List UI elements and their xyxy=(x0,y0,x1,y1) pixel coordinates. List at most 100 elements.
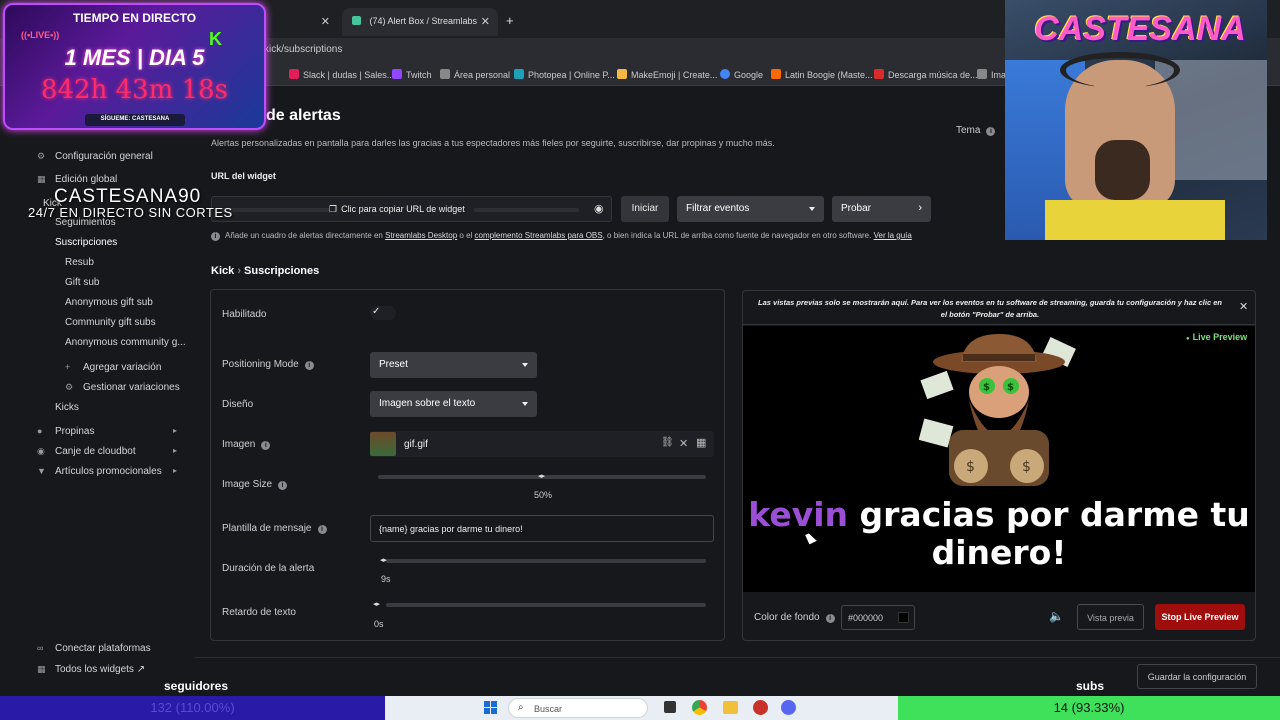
sidebar-item-label: Anonymous community g... xyxy=(65,337,186,348)
page-title: de alertas xyxy=(266,107,341,124)
image-label-text: Imagen xyxy=(222,439,256,450)
chevron-down-icon xyxy=(522,402,528,406)
sidebar-item-gift-sub[interactable]: Gift sub xyxy=(65,277,99,288)
sidebar-item-label: Configuración general xyxy=(55,151,153,162)
preview-button[interactable]: Vista previa xyxy=(1077,604,1144,630)
bookmark-photopea[interactable]: Photopea | Online P... xyxy=(514,69,615,80)
url-text[interactable]: kick/subscriptions xyxy=(264,44,342,55)
twitch-icon xyxy=(392,69,402,79)
text-delay-slider-handle[interactable]: ◂▸ xyxy=(373,600,380,608)
grid-icon[interactable]: ▦ xyxy=(696,436,706,449)
sidebar-item-todos-widgets[interactable]: ▦ Todos los widgets ↗ xyxy=(37,664,145,675)
sidebar-item-resub[interactable]: Resub xyxy=(65,257,94,268)
sidebar-item-articulos-promocionales[interactable]: ▼ Artículos promocionales ▸ xyxy=(37,466,177,477)
positioning-mode-select[interactable]: Preset xyxy=(370,352,537,378)
sidebar-item-gestionar-variaciones[interactable]: ⚙ Gestionar variaciones xyxy=(65,382,180,393)
breadcrumb: Kick › Suscripciones xyxy=(211,265,319,277)
app-icon[interactable] xyxy=(753,700,768,715)
info-icon: i xyxy=(211,232,220,241)
chrome-icon[interactable] xyxy=(692,700,707,715)
remove-icon[interactable]: ✕ xyxy=(679,437,688,450)
browser-tab[interactable]: ✕ xyxy=(268,8,338,36)
bg-color-label-text: Color de fondo xyxy=(754,612,820,623)
design-select[interactable]: Imagen sobre el texto xyxy=(370,391,537,417)
discord-icon[interactable] xyxy=(781,700,796,715)
text-delay-label: Retardo de texto xyxy=(222,607,296,618)
bookmark-makeemoji[interactable]: MakeEmoji | Create... xyxy=(617,69,717,80)
eye-icon[interactable]: ◉ xyxy=(594,202,604,215)
sidebar-item-conectar-plataformas[interactable]: ∞ Conectar plataformas xyxy=(37,643,151,654)
windows-start-icon[interactable] xyxy=(480,700,500,716)
positioning-label-text: Positioning Mode xyxy=(222,359,299,370)
obs-plugin-link[interactable]: complemento Streamlabs para OBS xyxy=(475,231,603,240)
folder-icon[interactable] xyxy=(723,701,738,714)
close-notice-icon[interactable]: ✕ xyxy=(1239,300,1248,313)
sidebar-item-configuracion-general[interactable]: ⚙ Configuración general xyxy=(37,151,153,162)
message-template-label: Plantilla de mensaje i xyxy=(222,523,327,534)
sidebar-item-propinas[interactable]: ● Propinas ▸ xyxy=(37,426,177,437)
tab-label: (74) Alert Box / Streamlabs xyxy=(369,16,478,26)
task-view-icon[interactable] xyxy=(664,701,676,713)
google-icon xyxy=(720,69,730,79)
sidebar-item-anonymous-community[interactable]: Anonymous community g... xyxy=(65,337,186,348)
taskbar-search[interactable]: ⌕ Buscar xyxy=(508,698,648,718)
sidebar-item-canje-cloudbot[interactable]: ◉ Canje de cloudbot ▸ xyxy=(37,446,177,457)
chevron-down-icon xyxy=(522,363,528,367)
start-button[interactable]: Iniciar xyxy=(621,196,669,222)
sidebar: ⚙ Configuración general ▦ Edición global K… xyxy=(0,86,195,696)
image-filename: gif.gif xyxy=(404,439,428,450)
image-size-slider-handle[interactable]: ◂▸ xyxy=(538,472,545,480)
volume-icon[interactable]: 🔈 xyxy=(1049,609,1064,623)
sidebar-item-anonymous-gift-sub[interactable]: Anonymous gift sub xyxy=(65,297,153,308)
widget-url-label: URL del widget xyxy=(211,171,276,181)
close-tab-icon[interactable]: ✕ xyxy=(481,15,490,28)
sidebar-item-label: Anonymous gift sub xyxy=(65,297,153,308)
sidebar-item-suscripciones[interactable]: Suscripciones xyxy=(55,237,117,248)
search-placeholder: Buscar xyxy=(534,704,563,714)
sidebar-item-label: Community gift subs xyxy=(65,317,156,328)
image-picker[interactable]: gif.gif ⛓ ✕ ▦ xyxy=(370,431,714,457)
link-icon[interactable]: ⛓ xyxy=(661,437,674,448)
bookmark-latin-boogie[interactable]: Latin Boogie (Maste... xyxy=(771,69,873,80)
alert-duration-slider[interactable] xyxy=(386,559,706,563)
alert-duration-slider-handle[interactable]: ◂▸ xyxy=(380,556,387,564)
streamlabs-desktop-link[interactable]: Streamlabs Desktop xyxy=(385,231,457,240)
color-swatch[interactable] xyxy=(898,612,909,623)
bookmark-slack[interactable]: Slack | dudas | Sales... xyxy=(289,69,394,80)
sidebar-item-edicion-global[interactable]: ▦ Edición global xyxy=(37,174,117,185)
sidebar-item-kicks[interactable]: Kicks xyxy=(55,402,79,413)
bookmark-area-personal[interactable]: Área personal xyxy=(440,69,510,80)
close-tab-icon[interactable]: ✕ xyxy=(321,15,330,28)
sidebar-item-agregar-variacion[interactable]: + Agregar variación xyxy=(65,362,161,373)
bookmark-label: Ima xyxy=(991,70,1007,80)
bg-color-input[interactable]: #000000 xyxy=(841,605,915,630)
bookmark-twitch[interactable]: Twitch xyxy=(392,69,432,80)
bookmark-label: Twitch xyxy=(406,70,432,80)
breadcrumb-parent[interactable]: Kick xyxy=(211,265,234,277)
new-tab-button[interactable]: + xyxy=(506,13,514,28)
bookmark-ima[interactable]: Ima xyxy=(977,69,1006,80)
test-button[interactable]: Probar › xyxy=(832,196,931,222)
copy-url-label: Clic para copiar URL de widget xyxy=(341,204,465,214)
beard xyxy=(1095,140,1150,200)
filter-events-select[interactable]: Filtrar eventos xyxy=(677,196,824,222)
theme-toggle[interactable]: Tema i xyxy=(956,125,996,136)
bookmark-descarga[interactable]: Descarga música de... xyxy=(874,69,978,80)
bookmark-label: Latin Boogie (Maste... xyxy=(785,70,873,80)
stop-live-preview-button[interactable]: Stop Live Preview xyxy=(1155,604,1245,630)
enabled-toggle[interactable]: ✓ xyxy=(370,306,396,320)
sidebar-item-community-gift-subs[interactable]: Community gift subs xyxy=(65,317,156,328)
browser-tab-active[interactable]: (74) Alert Box / Streamlabs ✕ xyxy=(342,8,498,36)
message-template-input[interactable]: {name} gracias por darme tu dinero! xyxy=(370,515,714,542)
text-delay-slider[interactable] xyxy=(386,603,706,607)
followers-goal-value: 132 (110.00%) xyxy=(150,700,235,715)
webcam-overlay: CASTESANA xyxy=(1005,0,1267,240)
start-tile xyxy=(491,701,497,707)
chevron-right-icon: ▸ xyxy=(172,446,177,455)
copy-url-button[interactable]: ❐ Clic para copiar URL de widget xyxy=(329,204,465,215)
guide-link[interactable]: Ver la guía xyxy=(874,231,912,240)
widget-url-field[interactable]: ❐ Clic para copiar URL de widget ◉ xyxy=(211,196,612,222)
save-settings-button[interactable]: Guardar la configuración xyxy=(1137,664,1257,689)
bookmark-google[interactable]: Google xyxy=(720,69,763,80)
settings-panel: Habilitado ✓ Positioning Mode i Preset Di… xyxy=(210,289,725,641)
